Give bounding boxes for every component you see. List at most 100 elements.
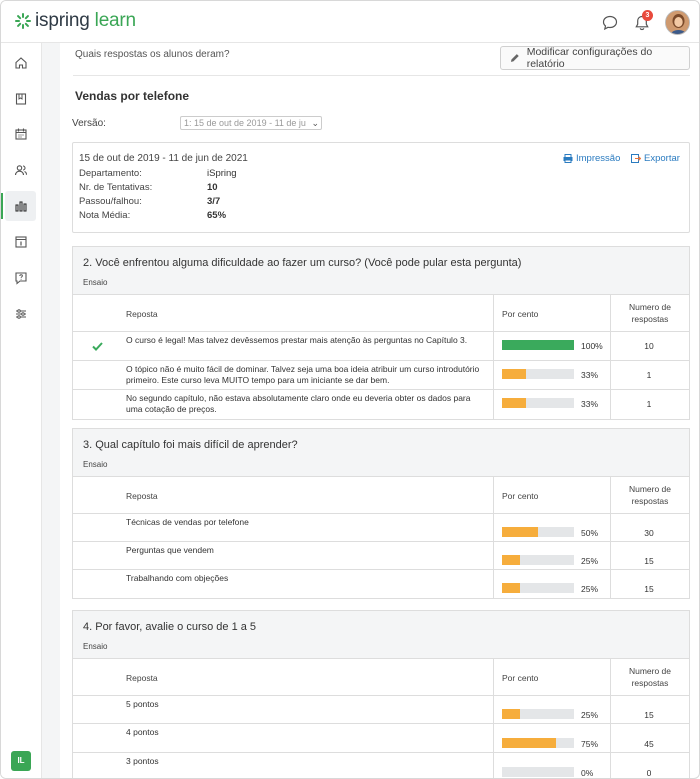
percent-bar-fill bbox=[502, 340, 574, 350]
summary-value-department: iSpring bbox=[207, 168, 237, 179]
version-value: 1: 15 de out de 2019 - 11 de ju bbox=[184, 118, 306, 128]
table-row: Perguntas que vendem 25% 15 bbox=[73, 542, 689, 570]
export-label: Exportar bbox=[644, 153, 680, 164]
percent-value: 25% bbox=[581, 584, 599, 594]
question-type: Ensaio bbox=[83, 642, 108, 651]
answer-text: Técnicas de vendas por telefone bbox=[126, 517, 249, 527]
user-avatar[interactable] bbox=[665, 10, 690, 35]
sidebar-item-info[interactable] bbox=[5, 227, 36, 257]
question-title: 4. Por favor, avalie o curso de 1 a 5 bbox=[83, 621, 257, 633]
percent-column-header: Por cento bbox=[502, 491, 539, 501]
percent-bar bbox=[502, 709, 574, 719]
question-header: 4. Por favor, avalie o curso de 1 a 5 Ens… bbox=[73, 611, 689, 659]
response-count: 45 bbox=[644, 738, 654, 749]
question-block: 2. Você enfrentou alguma dificuldade ao … bbox=[72, 246, 690, 420]
chat-icon[interactable] bbox=[601, 14, 619, 32]
summary-value-avg-score: 65% bbox=[207, 210, 227, 221]
top-bar: ispring learn 3 bbox=[1, 1, 699, 43]
count-header-line1: Numero de bbox=[628, 666, 672, 676]
answer-text: Trabalhando com objeções bbox=[126, 573, 229, 583]
table-row: No segundo capítulo, não estava absoluta… bbox=[73, 390, 689, 419]
help-icon bbox=[14, 272, 27, 285]
answer-text: 3 pontos bbox=[126, 756, 159, 766]
question-type: Ensaio bbox=[83, 460, 108, 469]
percent-value: 0% bbox=[581, 768, 594, 778]
summary-value-passed: 3/7 bbox=[207, 196, 221, 207]
percent-bar-fill bbox=[502, 527, 538, 537]
answer-text: No segundo capítulo, não estava absoluta… bbox=[126, 393, 471, 414]
summary-label-avg-score: Nota Média: bbox=[79, 210, 131, 221]
book-icon bbox=[15, 93, 26, 105]
modify-button-label: Modificar configurações do relatório bbox=[526, 46, 653, 70]
question-block: 4. Por favor, avalie o curso de 1 a 5 Ens… bbox=[72, 610, 690, 778]
count-header-line2: respostas bbox=[631, 314, 669, 324]
sidebar-item-reports[interactable] bbox=[1, 191, 36, 221]
table-header: Reposta Por cento Numero de respostas bbox=[73, 659, 689, 696]
count-column-header: Numero de respostas bbox=[610, 483, 690, 507]
percent-bar bbox=[502, 369, 574, 379]
printer-icon bbox=[563, 154, 573, 163]
percent-column-header: Por cento bbox=[502, 309, 539, 319]
answer-text: O tópico não é muito fácil de dominar. T… bbox=[126, 364, 480, 385]
percent-bar bbox=[502, 340, 574, 350]
answer-text: O curso é legal! Mas talvez devêssemos p… bbox=[126, 335, 468, 345]
notification-badge: 3 bbox=[642, 10, 653, 21]
response-count: 1 bbox=[646, 370, 652, 380]
info-icon bbox=[14, 236, 27, 248]
response-count: 0 bbox=[646, 768, 652, 778]
count-column-header: Numero de respostas bbox=[610, 301, 690, 325]
export-link[interactable]: Exportar bbox=[631, 153, 680, 164]
answer-text: 5 pontos bbox=[126, 699, 159, 709]
summary-value-attempts: 10 bbox=[207, 182, 218, 193]
percent-value: 25% bbox=[581, 556, 599, 566]
version-label: Versão: bbox=[72, 118, 106, 129]
question-title: 3. Qual capítulo foi mais difícil de apr… bbox=[83, 439, 298, 451]
response-count: 15 bbox=[644, 556, 654, 566]
percent-value: 33% bbox=[581, 399, 599, 409]
sidebar-item-settings[interactable] bbox=[5, 299, 36, 329]
ispring-logo[interactable]: ispring learn bbox=[15, 10, 136, 32]
sidebar-item-home[interactable] bbox=[5, 48, 36, 78]
percent-bar bbox=[502, 527, 574, 537]
question-title: 2. Você enfrentou alguma dificuldade ao … bbox=[83, 257, 522, 269]
percent-bar bbox=[502, 767, 574, 777]
print-link[interactable]: Impressão bbox=[563, 153, 620, 164]
percent-bar-fill bbox=[502, 369, 526, 379]
version-select[interactable]: 1: 15 de out de 2019 - 11 de ju ⌄ bbox=[180, 116, 322, 130]
question-block: 3. Qual capítulo foi mais difícil de apr… bbox=[72, 428, 690, 599]
sidebar-item-courses[interactable] bbox=[5, 84, 36, 114]
response-count: 1 bbox=[646, 399, 652, 409]
sidebar-item-help[interactable] bbox=[5, 263, 36, 293]
summary-label-attempts: Nr. de Tentativas: bbox=[79, 182, 153, 193]
table-row: 3 pontos 0% 0 bbox=[73, 753, 689, 778]
percent-value: 33% bbox=[581, 370, 599, 380]
summary-label-department: Departamento: bbox=[79, 168, 142, 179]
table-row: Técnicas de vendas por telefone 50% 30 bbox=[73, 514, 689, 542]
percent-value: 25% bbox=[581, 710, 599, 720]
table-header: Reposta Por cento Numero de respostas bbox=[73, 477, 689, 514]
percent-bar-fill bbox=[502, 398, 526, 408]
percent-bar-fill bbox=[502, 709, 520, 719]
bar-chart-icon bbox=[14, 201, 27, 212]
table-row: Trabalhando com objeções 25% 15 bbox=[73, 570, 689, 598]
sidebar: IL bbox=[1, 43, 42, 778]
date-range: 15 de out de 2019 - 11 de jun de 2021 bbox=[79, 153, 248, 164]
count-column-header: Numero de respostas bbox=[610, 665, 690, 689]
question-header: 2. Você enfrentou alguma dificuldade ao … bbox=[73, 247, 689, 295]
users-icon bbox=[14, 165, 27, 176]
checkmark-icon bbox=[92, 341, 103, 351]
sidebar-item-users[interactable] bbox=[5, 155, 36, 185]
avatar-image bbox=[666, 11, 689, 34]
app-window: ispring learn 3 IL Quais respostas os al… bbox=[0, 0, 700, 779]
percent-bar-fill bbox=[502, 583, 520, 593]
user-initials-button[interactable]: IL bbox=[11, 751, 31, 771]
answer-text: Perguntas que vendem bbox=[126, 545, 214, 555]
percent-bar bbox=[502, 555, 574, 565]
modify-report-settings-button[interactable]: Modificar configurações do relatório bbox=[500, 46, 690, 70]
percent-value: 75% bbox=[581, 738, 599, 749]
table-row: 5 pontos 25% 15 bbox=[73, 696, 689, 724]
sidebar-item-calendar[interactable] bbox=[5, 119, 36, 149]
main-content: Quais respostas os alunos deram? Modific… bbox=[60, 43, 699, 778]
table-row: O tópico não é muito fácil de dominar. T… bbox=[73, 361, 689, 390]
summary-label-passed: Passou/falhou: bbox=[79, 196, 142, 207]
